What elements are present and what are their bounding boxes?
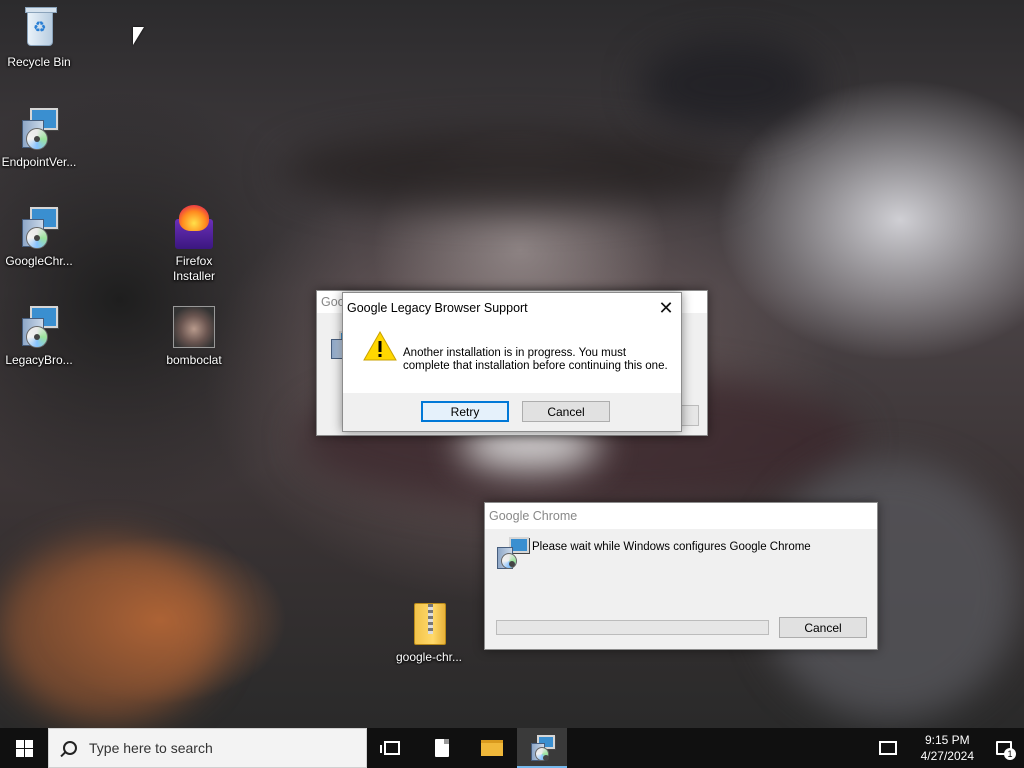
taskbar-installer-app[interactable] (517, 728, 567, 768)
cancel-button[interactable]: Cancel (522, 401, 610, 422)
installer-icon (16, 304, 62, 350)
cancel-button[interactable]: Cancel (779, 617, 867, 638)
desktop-icon-firefox-installer[interactable]: Firefox Installer (155, 205, 233, 284)
firefox-installer-icon (171, 205, 217, 251)
installer-icon (16, 106, 62, 152)
recycle-bin-icon: ♻ (25, 7, 57, 46)
notification-count-badge: 1 (1004, 748, 1016, 760)
desktop-icon-recycle-bin[interactable]: ♻ Recycle Bin (0, 6, 78, 70)
desktop-icon-label: LegacyBro... (5, 353, 73, 367)
windows-logo-icon (15, 739, 33, 757)
dialog-title: Google Chrome (489, 509, 578, 523)
action-center-button[interactable]: 1 (984, 728, 1024, 768)
clock-date: 4/27/2024 (920, 749, 974, 763)
task-view-icon (380, 741, 400, 755)
desktop-icon-googlechr[interactable]: GoogleChr... (0, 205, 78, 269)
system-tray: 9:15 PM 4/27/2024 1 (878, 728, 1024, 768)
close-icon[interactable]: ✕ (651, 293, 681, 323)
desktop-icon-label: GoogleChr... (5, 254, 73, 268)
search-placeholder: Type here to search (89, 740, 213, 756)
desktop-icon-label: Recycle Bin (7, 55, 71, 69)
taskbar: Type here to search 9:15 PM 4/27/2024 1 (0, 728, 1024, 768)
folder-icon (481, 740, 503, 756)
mouse-cursor (133, 27, 144, 45)
desktop-icon-bomboclat[interactable]: bomboclat (155, 304, 233, 368)
installer-icon (16, 205, 62, 251)
warning-icon (363, 330, 397, 361)
dialog-message: Please wait while Windows configures Goo… (532, 541, 811, 553)
desktop-icon-label: EndpointVer... (1, 155, 77, 169)
installer-icon (495, 537, 529, 571)
zip-folder-icon (414, 603, 446, 645)
document-icon (435, 739, 449, 757)
search-box[interactable]: Type here to search (48, 728, 367, 768)
network-icon[interactable] (878, 741, 897, 755)
search-icon (63, 741, 77, 755)
clock-time: 9:15 PM (924, 733, 970, 747)
google-chrome-config-dialog[interactable]: Google Chrome Please wait while Windows … (484, 502, 878, 650)
task-view-button[interactable] (367, 728, 417, 768)
desktop-icon-label: bomboclat (166, 353, 222, 367)
desktop-icon-label: google-chr... (395, 650, 463, 664)
dialog-message: Another installation is in progress. You… (403, 347, 668, 372)
desktop-icon-google-chr-zip[interactable]: google-chr... (390, 601, 468, 665)
desktop-icon-label: Firefox Installer (172, 254, 216, 283)
taskbar-file-explorer[interactable] (467, 728, 517, 768)
installer-icon (527, 733, 557, 763)
start-button[interactable] (0, 728, 48, 768)
retry-button[interactable]: Retry (421, 401, 509, 422)
desktop-icon-legacybro[interactable]: LegacyBro... (0, 304, 78, 368)
clock[interactable]: 9:15 PM 4/27/2024 (911, 732, 984, 764)
desktop-icon-endpointver[interactable]: EndpointVer... (0, 106, 78, 170)
dialog-title: Google Legacy Browser Support (347, 301, 528, 315)
legacy-browser-support-dialog[interactable]: Google Legacy Browser Support ✕ Another … (342, 292, 682, 432)
photo-icon (173, 306, 215, 348)
progress-bar (496, 620, 769, 635)
taskbar-document-app[interactable] (417, 728, 467, 768)
